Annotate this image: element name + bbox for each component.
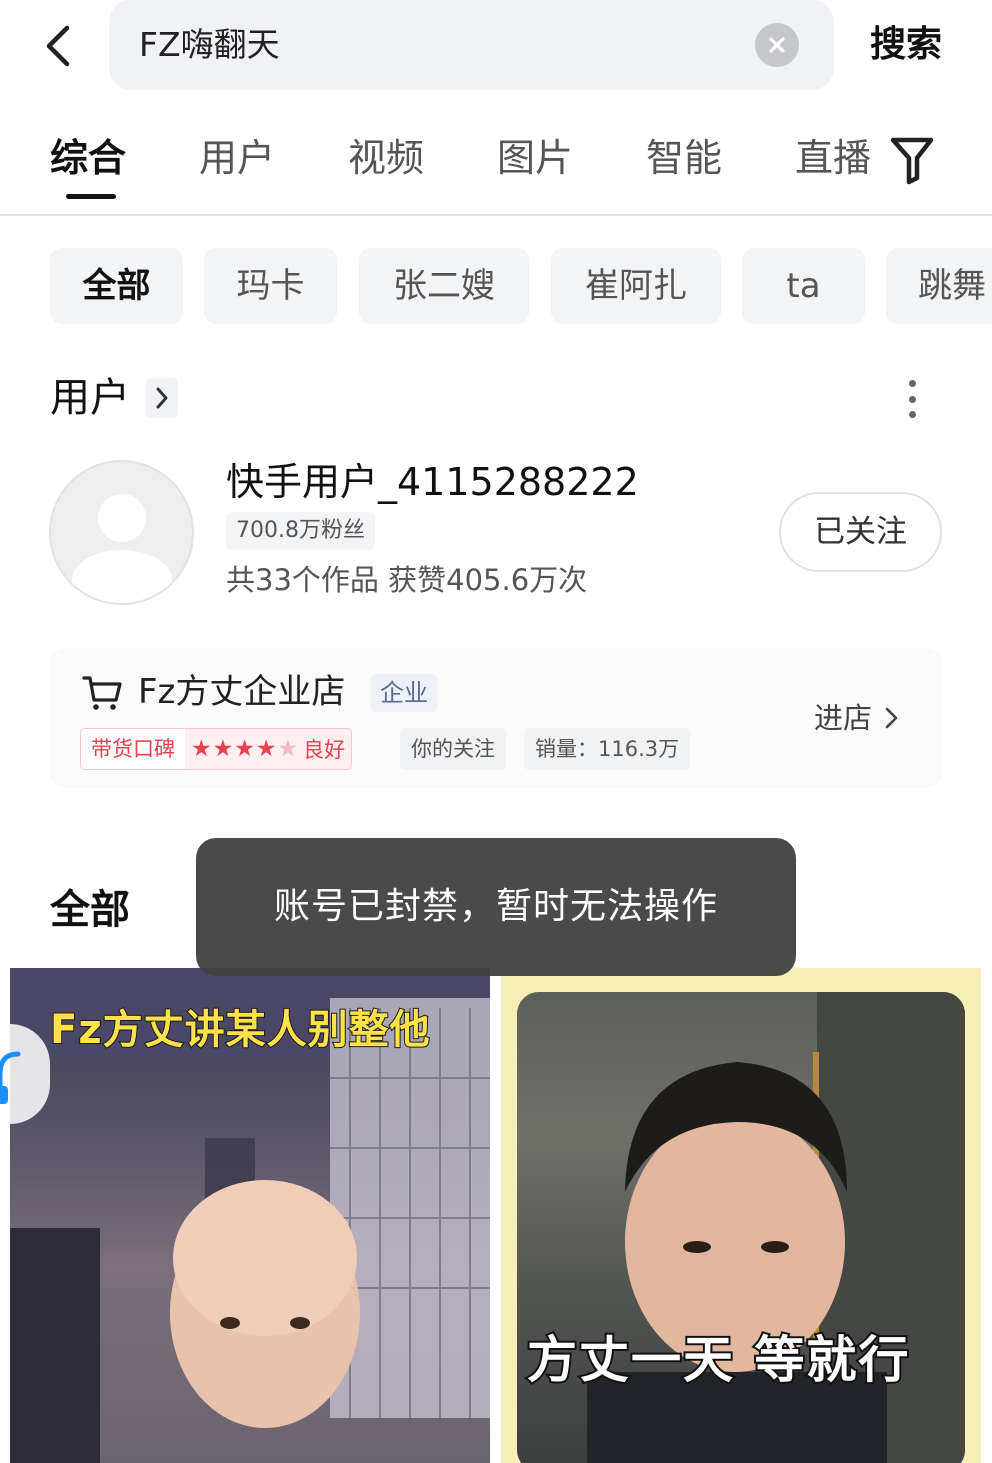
active-tab-indicator [66,194,116,199]
star-icon: ★ [191,736,212,762]
back-button[interactable] [30,18,86,74]
filter-chips: 全部 玛卡 张二嫂 崔阿扎 ta 跳舞 [0,248,992,326]
follow-button[interactable]: 已关注 [779,492,942,572]
tab-images[interactable]: 图片 [497,128,573,188]
dot [908,395,916,403]
more-vertical-icon[interactable] [896,376,928,422]
shop-card[interactable]: Fz方丈企业店 企业 带货口碑 ★ ★ ★ ★ ★ 良好 你的关注 销量：116… [50,648,942,788]
tab-smart[interactable]: 智能 [646,128,722,188]
reputation-badge: 带货口碑 ★ ★ ★ ★ ★ 良好 [80,728,353,770]
back-arrow-icon [46,25,70,67]
video-card[interactable]: Fz方丈讲某人别整他 [10,968,490,1463]
users-section-title[interactable]: 用户 [50,370,130,426]
toast-message: 账号已封禁，暂时无法操作 [196,838,796,976]
all-section-title: 全部 [50,887,130,933]
chip-maka[interactable]: 玛卡 [204,248,337,324]
star-icon: ★ [255,736,277,762]
video-caption: Fz方丈讲某人别整他 [49,1006,431,1054]
chevron-right-icon [156,387,168,409]
tab-users[interactable]: 用户 [199,128,275,188]
video-caption: 方丈一天 等就行 [525,1329,911,1391]
headphones-icon [0,1051,21,1104]
enterprise-tag: 企业 [371,674,437,712]
follow-info-badge: 你的关注 [400,728,506,770]
chevron-right-icon [885,707,898,729]
chip-zhangersao[interactable]: 张二嫂 [359,248,529,324]
default-avatar-icon [72,494,172,603]
chip-ta[interactable]: ta [742,248,865,324]
enter-shop-label: 进店 [814,701,873,735]
dot [908,411,916,418]
chip-cuiazha[interactable]: 崔阿扎 [551,248,721,324]
search-header: FZ嗨翻天 搜索 [0,0,992,100]
dot [908,380,916,387]
reputation-label: 带货口碑 [91,737,175,761]
tab-videos[interactable]: 视频 [348,128,424,188]
search-input[interactable]: FZ嗨翻天 [139,0,739,90]
audio-float-button[interactable] [0,1024,50,1124]
avatar[interactable] [49,460,194,605]
cart-icon [82,676,122,710]
tab-live[interactable]: 直播 [795,128,871,188]
clear-icon [769,37,785,53]
enter-shop-button[interactable]: 进店 [814,696,902,740]
video-card[interactable]: 方丈一天 等就行 [501,968,981,1463]
user-name[interactable]: 快手用户_4115288222 [226,456,639,508]
chip-dance[interactable]: 跳舞 [886,248,992,324]
shop-name: Fz方丈企业店 [138,672,346,712]
tab-comprehensive[interactable]: 综合 [50,128,126,188]
video-thumbnail [517,992,965,1463]
search-box[interactable]: FZ嗨翻天 [109,0,834,90]
user-stats: 共33个作品 获赞405.6万次 [226,563,588,597]
clear-search-button[interactable] [755,23,799,67]
sales-badge: 销量：116.3万 [524,728,691,770]
users-section-more-button[interactable] [146,378,178,418]
result-tabs: 综合 用户 视频 图片 智能 直播 [0,110,992,216]
chip-all[interactable]: 全部 [50,248,183,324]
reputation-rating: ★ ★ ★ ★ ★ 良好 [185,729,352,769]
search-submit-button[interactable]: 搜索 [856,0,956,90]
reputation-level: 良好 [303,738,346,762]
star-icon: ★ [277,736,299,762]
filter-icon [890,137,934,185]
fans-count-badge: 700.8万粉丝 [226,512,375,550]
star-icon: ★ [212,736,234,762]
filter-button[interactable] [888,134,936,186]
star-icon: ★ [234,736,255,762]
